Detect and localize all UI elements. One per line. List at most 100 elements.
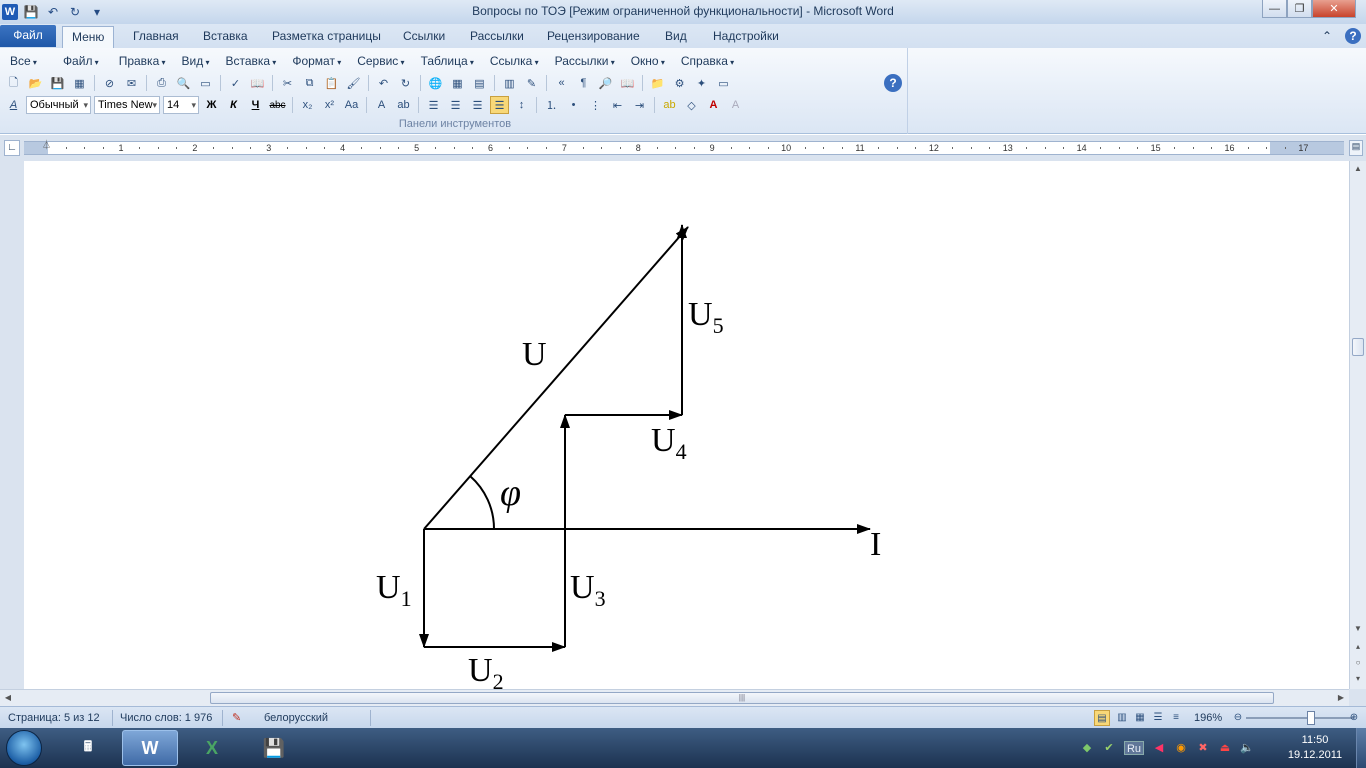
indent-marker[interactable]: ⏃ (42, 138, 52, 158)
speaker-muted-icon[interactable]: ◀ (1152, 741, 1166, 755)
floppy-taskbar-icon[interactable]: 💾 (246, 730, 302, 766)
styles-icon[interactable]: A (4, 96, 23, 114)
double-chevron-icon[interactable]: « (552, 74, 571, 92)
tab-home[interactable]: Главная (124, 26, 188, 48)
format-painter-icon[interactable]: 🖌 (344, 74, 363, 92)
zoom-slider[interactable] (1246, 717, 1354, 719)
cut-icon[interactable]: ✂ (278, 74, 297, 92)
word-taskbar-icon[interactable]: W (122, 730, 178, 766)
zoom-in-icon[interactable]: ⊕ (1346, 710, 1362, 726)
start-button[interactable] (6, 730, 42, 766)
zoom-slider-thumb[interactable] (1306, 711, 1315, 725)
language-bar[interactable]: Ru (1124, 741, 1144, 755)
scroll-up-icon[interactable]: ▲ (1350, 161, 1366, 177)
menu-insert[interactable]: Вставка (219, 52, 282, 70)
close-button[interactable]: ✕ (1312, 0, 1356, 18)
font-size-combo[interactable]: 14 (163, 96, 199, 114)
maximize-button[interactable]: ❐ (1287, 0, 1312, 18)
tab-review[interactable]: Рецензирование (538, 26, 649, 48)
multilevel-icon[interactable]: ⋮ (586, 96, 605, 114)
permission-icon[interactable]: ⊘ (100, 74, 119, 92)
wizard-icon[interactable]: ✦ (692, 74, 711, 92)
bold-button[interactable]: Ж (202, 96, 221, 114)
minimize-button[interactable]: — (1262, 0, 1287, 18)
calculator-icon[interactable]: 🖩 (60, 730, 116, 766)
borders-icon[interactable]: ▦ (448, 74, 467, 92)
new-document-icon[interactable]: 🗋 (4, 74, 23, 92)
zoom-level[interactable]: 196% (1194, 711, 1222, 725)
scroll-right-icon[interactable]: ▶ (1333, 690, 1349, 706)
horizontal-ruler[interactable]: ⏃ 1 2 3 4 5 6 7 8 9 10 11 12 13 14 15 16 17 (24, 138, 1344, 158)
web-layout-view-icon[interactable]: ▦ (1132, 710, 1148, 726)
text-effects-icon[interactable]: A (372, 96, 391, 114)
page-counter[interactable]: Страница: 5 из 12 (8, 711, 100, 725)
font-color-icon[interactable]: A (704, 96, 723, 114)
change-case-icon[interactable]: Aa (342, 96, 361, 114)
superscript-icon[interactable]: x² (320, 96, 339, 114)
phonetic-icon[interactable]: ab (394, 96, 413, 114)
paste-icon[interactable]: 📋 (322, 74, 341, 92)
email-icon[interactable]: ✉ (122, 74, 141, 92)
bullets-icon[interactable]: • (564, 96, 583, 114)
align-right-icon[interactable]: ☰ (468, 96, 487, 114)
menu-window[interactable]: Окно (625, 52, 671, 70)
menu-all[interactable]: Все (4, 52, 43, 70)
line-spacing-icon[interactable]: ↕ (512, 96, 531, 114)
menu-edit[interactable]: Правка (113, 52, 172, 70)
next-page-icon[interactable]: ▾ (1350, 671, 1366, 687)
draft-view-icon[interactable]: ≡ (1168, 710, 1184, 726)
strikethrough-button[interactable]: abc (268, 96, 287, 114)
clock[interactable]: 11:50 19.12.2011 (1280, 733, 1350, 763)
open-icon[interactable]: 📂 (26, 74, 45, 92)
pilcrow-icon[interactable]: ¶ (574, 74, 593, 92)
tab-page-layout[interactable]: Разметка страницы (263, 26, 390, 48)
tab-addins[interactable]: Надстройки (704, 26, 788, 48)
word-count[interactable]: Число слов: 1 976 (120, 711, 212, 725)
spelling-icon[interactable]: ✓ (226, 74, 245, 92)
style-combo[interactable]: Обычный (26, 96, 91, 114)
prev-page-icon[interactable]: ▴ (1350, 639, 1366, 655)
document-page[interactable]: U U1 U2 U3 U4 U5 I φ (24, 161, 1349, 689)
menu-table[interactable]: Таблица (415, 52, 480, 70)
objects-icon[interactable]: ⚙ (670, 74, 689, 92)
menu-help[interactable]: Справка (675, 52, 740, 70)
full-screen-view-icon[interactable]: ▥ (1114, 710, 1130, 726)
save-icon[interactable]: 💾 (48, 74, 67, 92)
italic-button[interactable]: К (224, 96, 243, 114)
font-combo[interactable]: Times New (94, 96, 160, 114)
tab-references[interactable]: Ссылки (394, 26, 454, 48)
tab-menu[interactable]: Меню (62, 26, 115, 48)
undo-icon[interactable]: ↶ (374, 74, 393, 92)
tab-mailings[interactable]: Рассылки (461, 26, 533, 48)
minimize-ribbon-icon[interactable]: ⌃ (1322, 26, 1332, 48)
nvidia-icon[interactable]: ◆ (1080, 741, 1094, 755)
menu-reference[interactable]: Ссылка (484, 52, 545, 70)
underline-button[interactable]: Ч (246, 96, 265, 114)
tab-insert[interactable]: Вставка (194, 26, 257, 48)
increase-indent-icon[interactable]: ⇥ (630, 96, 649, 114)
vertical-scroll-thumb[interactable] (1352, 338, 1364, 356)
language-indicator[interactable]: белорусский (264, 711, 328, 725)
justify-icon[interactable]: ☰ (490, 96, 509, 114)
shading-icon[interactable]: ◇ (682, 96, 701, 114)
layout-icon[interactable]: ▭ (196, 74, 215, 92)
align-center-icon[interactable]: ☰ (446, 96, 465, 114)
forms-icon[interactable]: ▭ (714, 74, 733, 92)
subscript-icon[interactable]: x₂ (298, 96, 317, 114)
highlight-icon[interactable]: ab (660, 96, 679, 114)
menu-tools[interactable]: Сервис (351, 52, 410, 70)
show-desktop-button[interactable] (1356, 728, 1366, 768)
outline-view-icon[interactable]: ☰ (1150, 710, 1166, 726)
tab-file[interactable]: Файл (0, 25, 56, 47)
menu-view[interactable]: Вид (176, 52, 216, 70)
copy-icon[interactable]: ⧉ (300, 74, 319, 92)
excel-taskbar-icon[interactable]: X (184, 730, 240, 766)
hyperlink-icon[interactable]: 🌐 (426, 74, 445, 92)
numbering-icon[interactable]: ⒈ (542, 96, 561, 114)
print-icon[interactable]: ⎙ (152, 74, 171, 92)
redo-icon[interactable]: ↻ (396, 74, 415, 92)
antivirus-icon[interactable]: ◉ (1174, 741, 1188, 755)
network-flag-icon[interactable]: ✔ (1102, 741, 1116, 755)
folder-icon[interactable]: 📁 (648, 74, 667, 92)
research-icon[interactable]: 📖 (248, 74, 267, 92)
